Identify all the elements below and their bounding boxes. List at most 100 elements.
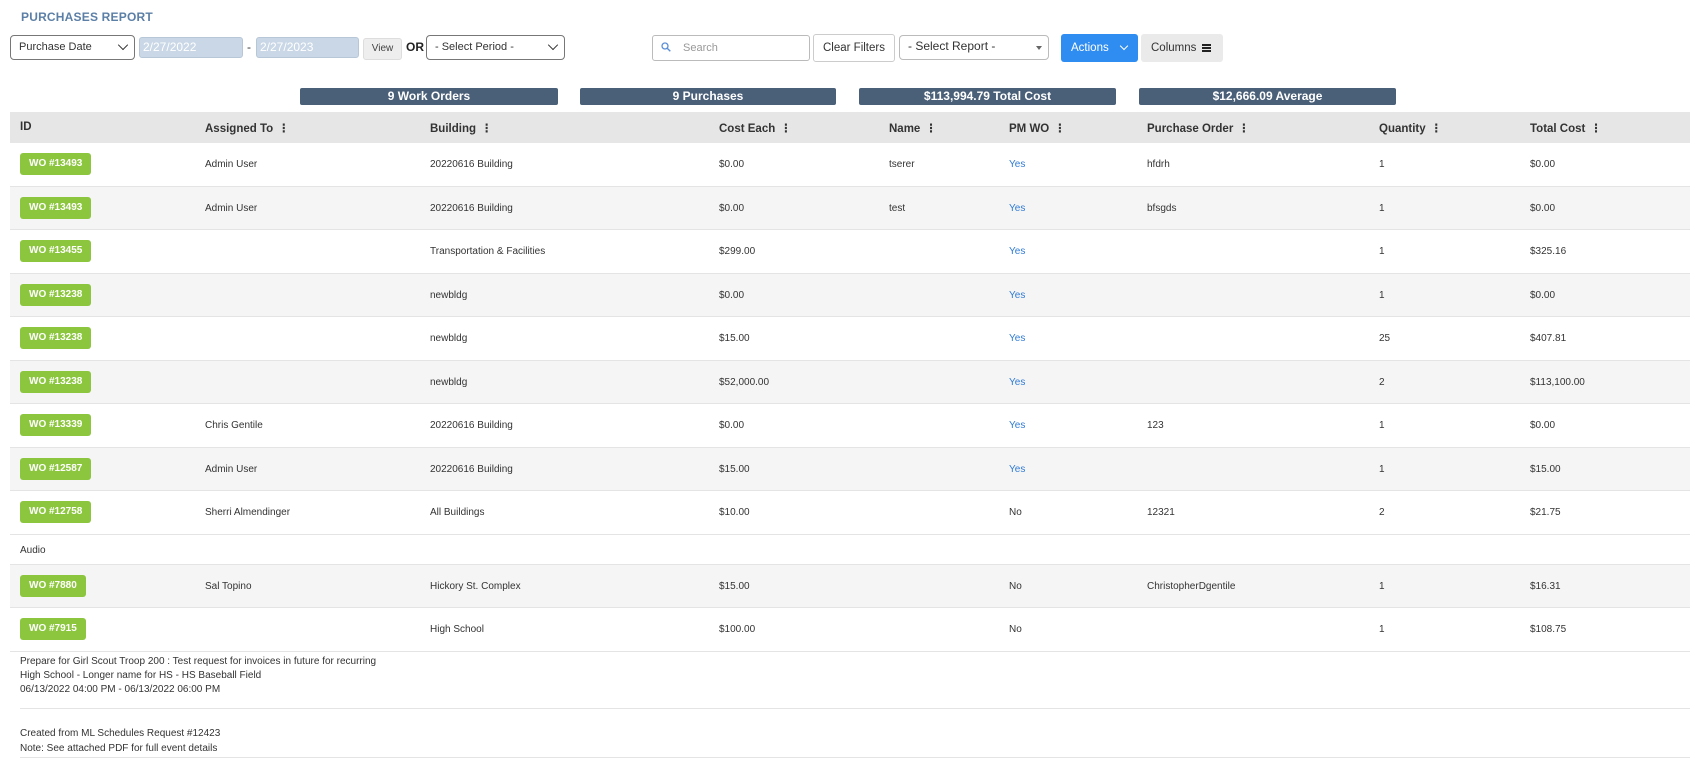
work-order-button[interactable]: WO #13238: [20, 327, 92, 349]
cell-cost: $15.00: [719, 580, 750, 592]
column-menu-icon[interactable]: ⋮: [925, 121, 937, 135]
cell-cost: $0.00: [719, 202, 745, 214]
cell-pm[interactable]: Yes: [1009, 377, 1025, 388]
row-note: Audio: [10, 535, 1690, 565]
cell-cost: $10.00: [719, 507, 750, 518]
work-order-button[interactable]: WO #13493: [20, 196, 92, 219]
work-order-button[interactable]: WO #13238: [20, 283, 92, 306]
search-icon: [661, 42, 671, 52]
column-menu-icon[interactable]: ⋮: [1590, 121, 1602, 135]
end-date-input[interactable]: 2/27/2023: [256, 37, 359, 58]
table-row: WO #7880 Sal Topino Hickory St. Complex $15…: [10, 564, 1690, 608]
cell-pm[interactable]: Yes: [1009, 464, 1025, 475]
work-order-button[interactable]: WO #13339: [20, 414, 92, 436]
work-order-button[interactable]: WO #7880: [20, 574, 86, 597]
table-row: WO #7915 High School $100.00 No 1 $108.75: [10, 608, 1690, 652]
start-date-input[interactable]: 2/27/2022: [139, 37, 243, 58]
column-menu-icon[interactable]: ⋮: [1431, 121, 1443, 135]
cell-po: 12321: [1147, 507, 1175, 518]
work-order-button[interactable]: WO #13238: [20, 370, 92, 393]
cell-qty: 1: [1379, 202, 1385, 214]
column-menu-icon[interactable]: ⋮: [780, 121, 792, 135]
column-menu-icon[interactable]: ⋮: [1054, 121, 1066, 135]
work-orders-count: 9 Work Orders: [300, 88, 558, 105]
cell-total: $113,100.00: [1530, 376, 1585, 388]
cell-assigned: Admin User: [205, 159, 258, 170]
col-header-purchase-order[interactable]: Purchase Order ⋮: [1147, 121, 1250, 135]
search-input[interactable]: [681, 39, 801, 57]
col-header-id[interactable]: ID: [20, 121, 32, 133]
view-button[interactable]: View: [363, 38, 402, 60]
cell-cost: $52,000.00: [719, 376, 770, 388]
column-menu-icon[interactable]: ⋮: [481, 121, 493, 135]
work-order-button[interactable]: WO #7915: [20, 618, 86, 640]
clear-filters-button[interactable]: Clear Filters: [813, 34, 895, 62]
col-header-assigned-to[interactable]: Assigned To ⋮: [205, 121, 290, 135]
description-line: Created from ML Schedules Request #12423: [20, 727, 221, 739]
column-menu-icon[interactable]: ⋮: [278, 121, 290, 135]
cell-assigned: Sherri Almendinger: [205, 507, 291, 518]
purchases-count: 9 Purchases: [580, 88, 836, 105]
col-header-total-cost[interactable]: Total Cost ⋮: [1530, 121, 1602, 135]
col-header-building[interactable]: Building ⋮: [430, 121, 493, 135]
report-select[interactable]: - Select Report -: [899, 35, 1049, 60]
cell-total: $0.00: [1530, 159, 1556, 170]
cell-building: 20220616 Building: [430, 420, 513, 431]
cell-pm[interactable]: Yes: [1009, 159, 1025, 170]
cell-pm[interactable]: Yes: [1009, 203, 1025, 214]
cell-po: hfdrh: [1147, 159, 1170, 170]
column-menu-icon[interactable]: ⋮: [1238, 121, 1250, 135]
date-field-select[interactable]: Purchase Date: [10, 35, 135, 60]
average-summary: $12,666.09 Average: [1139, 88, 1396, 105]
cell-total: $0.00: [1530, 202, 1556, 214]
cell-qty: 1: [1379, 463, 1385, 475]
cell-building: newbldg: [430, 376, 468, 388]
table-row: WO #13493 Admin User 20220616 Building $0.0…: [10, 186, 1690, 230]
cell-cost: $100.00: [719, 624, 756, 635]
table-body-continued: WO #7880 Sal Topino Hickory St. Complex $15…: [10, 564, 1690, 652]
col-header-cost-each[interactable]: Cost Each ⋮: [719, 121, 792, 135]
work-order-button[interactable]: WO #12758: [20, 501, 92, 523]
period-select-value: - Select Period -: [435, 41, 514, 53]
cell-pm: No: [1009, 507, 1022, 518]
cell-building: Transportation & Facilities: [430, 246, 546, 257]
cell-building: newbldg: [430, 289, 468, 301]
cell-qty: 1: [1379, 420, 1385, 431]
actions-label: Actions: [1071, 42, 1109, 54]
cell-assigned: Admin User: [205, 463, 258, 475]
cell-qty: 2: [1379, 507, 1385, 518]
work-order-button[interactable]: WO #12587: [20, 457, 92, 480]
cell-po: bfsgds: [1147, 202, 1177, 214]
period-select[interactable]: - Select Period -: [426, 35, 565, 60]
cell-pm[interactable]: Yes: [1009, 246, 1025, 257]
note-text: Audio: [20, 544, 46, 556]
actions-button[interactable]: Actions: [1061, 34, 1138, 62]
cell-total: $325.16: [1530, 246, 1567, 257]
cell-pm[interactable]: Yes: [1009, 290, 1025, 301]
cell-total: $108.75: [1530, 624, 1567, 635]
cell-assigned: Chris Gentile: [205, 420, 263, 431]
cell-cost: $0.00: [719, 289, 745, 301]
columns-button[interactable]: Columns: [1141, 34, 1223, 62]
description-line: Note: See attached PDF for full event de…: [20, 742, 218, 754]
divider: [20, 756, 1690, 758]
search-box[interactable]: [652, 35, 810, 61]
columns-label: Columns: [1151, 42, 1197, 54]
table-body: WO #13493 Admin User 20220616 Building $0.0…: [10, 143, 1690, 535]
cell-cost: $299.00: [719, 246, 756, 257]
work-order-button[interactable]: WO #13455: [20, 240, 92, 262]
cell-qty: 1: [1379, 289, 1385, 301]
cell-assigned: Sal Topino: [205, 580, 252, 592]
col-header-name[interactable]: Name ⋮: [889, 121, 937, 135]
cell-building: All Buildings: [430, 507, 485, 518]
col-header-quantity[interactable]: Quantity ⋮: [1379, 121, 1442, 135]
cell-pm[interactable]: Yes: [1009, 420, 1025, 431]
table-row: WO #12587 Admin User 20220616 Building $15.…: [10, 447, 1690, 491]
cell-qty: 25: [1379, 333, 1391, 344]
col-header-pm-wo[interactable]: PM WO ⋮: [1009, 121, 1066, 135]
cell-building: 20220616 Building: [430, 159, 513, 170]
chevron-down-icon: [117, 39, 129, 51]
work-order-button[interactable]: WO #13493: [20, 153, 92, 175]
cell-name: tserer: [889, 159, 915, 170]
cell-pm[interactable]: Yes: [1009, 333, 1025, 344]
